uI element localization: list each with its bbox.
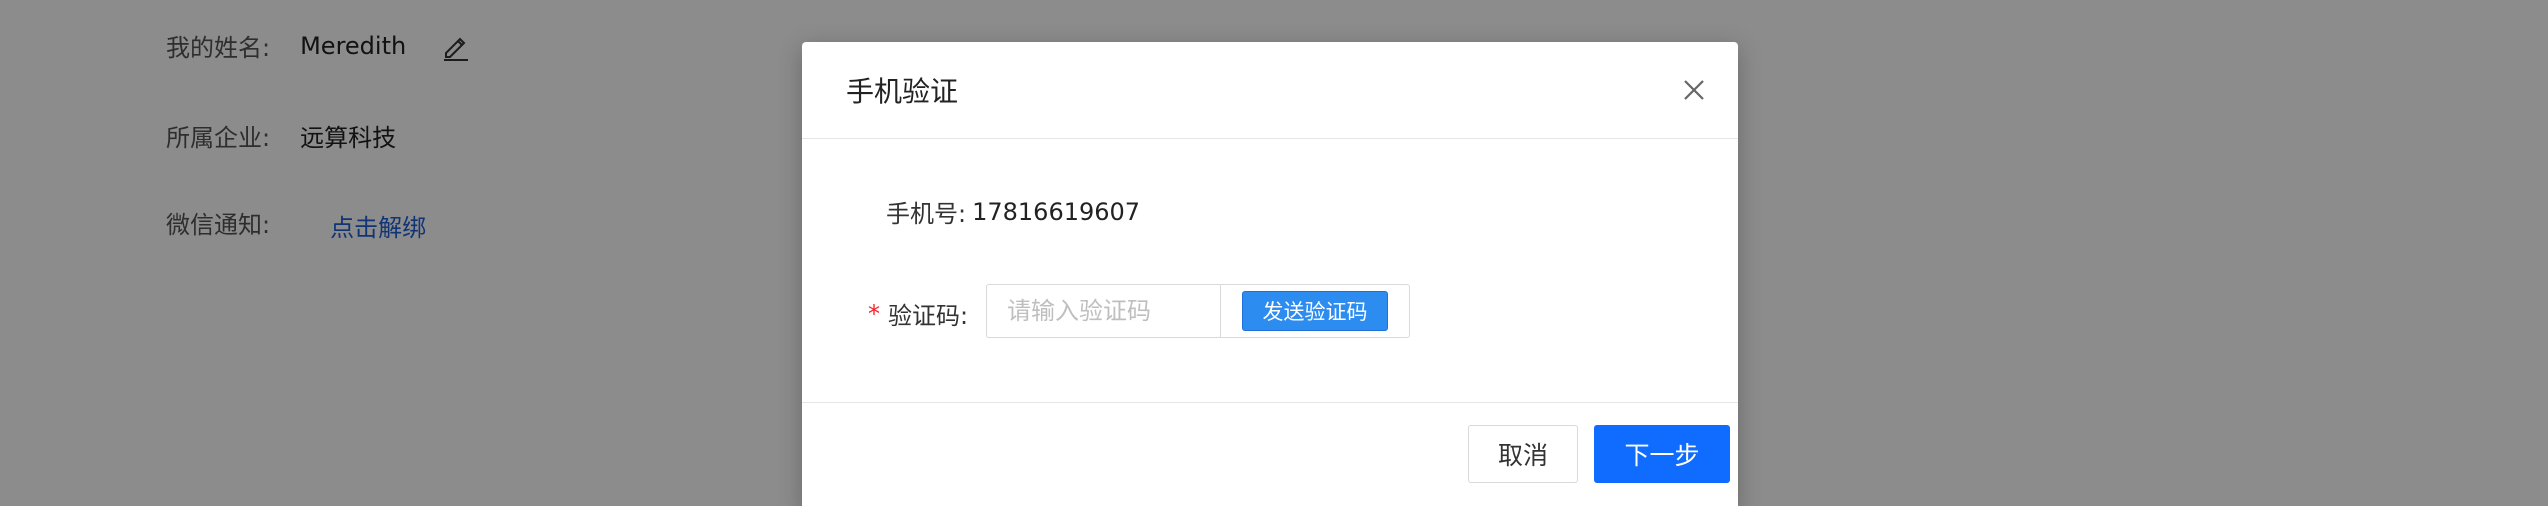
- next-step-button[interactable]: 下一步: [1594, 425, 1730, 483]
- phone-value: 17816619607: [972, 197, 1141, 226]
- phone-verify-dialog: 手机验证 手机号: 17816619607 * 验证码: 发送验证码 取消: [802, 42, 1738, 506]
- required-mark: *: [868, 299, 880, 328]
- verification-code-input[interactable]: [987, 285, 1221, 337]
- dialog-header: 手机验证: [802, 42, 1738, 139]
- code-label-row: * 验证码:: [868, 296, 968, 331]
- close-icon[interactable]: [1678, 74, 1710, 106]
- dialog-title: 手机验证: [846, 75, 959, 108]
- send-code-addon: 发送验证码: [1221, 285, 1409, 337]
- phone-label: 手机号:: [886, 200, 967, 228]
- code-label: 验证码:: [888, 302, 969, 330]
- dialog-footer: 取消 下一步: [802, 402, 1738, 506]
- cancel-button[interactable]: 取消: [1468, 425, 1578, 483]
- verification-code-group: 发送验证码: [986, 284, 1410, 338]
- send-code-button[interactable]: 发送验证码: [1242, 291, 1388, 331]
- page: 我的姓名: Meredith 所属企业: 远算科技 微信通知: 点击解绑 手机验…: [0, 0, 2548, 506]
- phone-row: 手机号: 17816619607: [886, 194, 1140, 229]
